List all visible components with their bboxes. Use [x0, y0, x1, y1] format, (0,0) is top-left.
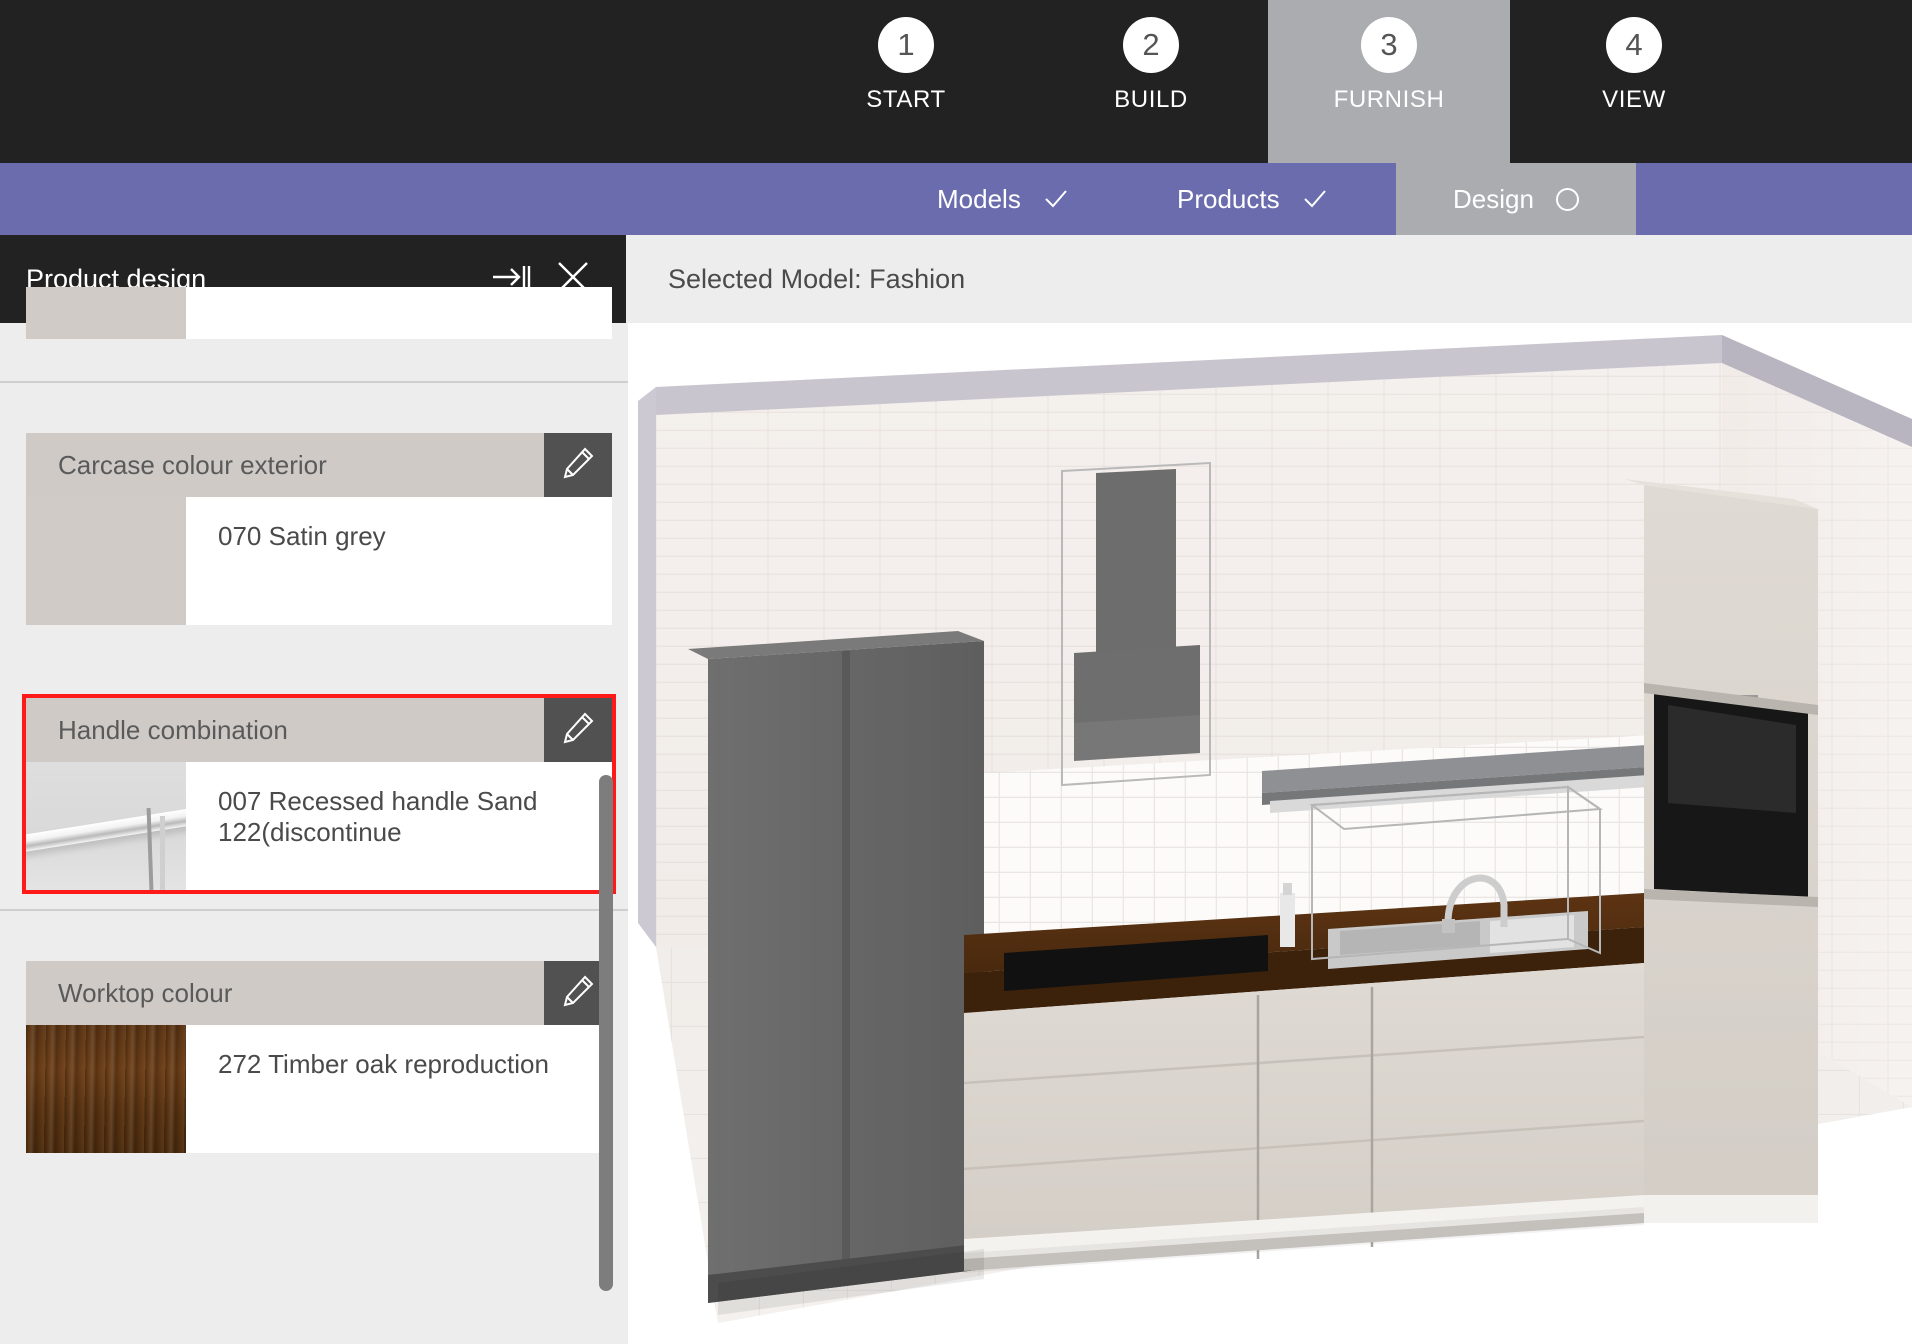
- card-content: 070 Satin grey: [26, 497, 612, 625]
- tab-products-label: Products: [1177, 184, 1280, 215]
- workflow-step-bar: 1 START 2 BUILD 3 FURNISH 4 VIEW: [0, 0, 1912, 163]
- pencil-icon: [560, 445, 596, 486]
- step-label-furnish: FURNISH: [1334, 86, 1445, 114]
- swatch-satin-grey: [26, 497, 186, 625]
- panel-scroll-body[interactable]: Carcase colour exterior 070 Sati: [0, 323, 628, 1344]
- card-content: 272 Timber oak reproduction: [26, 1025, 612, 1153]
- pencil-icon: [560, 710, 596, 751]
- option-card-handle-combination[interactable]: Handle combination: [26, 698, 612, 890]
- product-design-panel: Product design: [0, 235, 628, 1344]
- selected-model-label: Selected Model: Fashion: [668, 264, 965, 295]
- step-label-view: VIEW: [1602, 86, 1666, 114]
- circle-icon: [1556, 188, 1579, 211]
- card-content: 007 Recessed handle Sand 122(discontinue: [26, 762, 612, 890]
- card-header: Worktop colour: [26, 961, 612, 1025]
- step-number-4: 4: [1606, 17, 1662, 73]
- option-card-carcase-colour[interactable]: Carcase colour exterior 070 Sati: [26, 433, 612, 625]
- divider: [0, 381, 628, 383]
- kitchen-3d-viewport[interactable]: [628, 323, 1912, 1344]
- card-value: 007 Recessed handle Sand 122(discontinue: [186, 762, 612, 890]
- check-icon: [1043, 186, 1069, 212]
- partial-card-body: [186, 287, 612, 339]
- card-value: 272 Timber oak reproduction: [186, 1025, 612, 1153]
- kitchen-3d-render: [628, 323, 1912, 1344]
- swatch-timber-oak: [26, 1025, 186, 1153]
- tab-design-label: Design: [1453, 184, 1534, 215]
- card-label: Handle combination: [58, 715, 544, 746]
- card-header: Handle combination: [26, 698, 612, 762]
- card-value: 070 Satin grey: [186, 497, 612, 625]
- step-start[interactable]: 1 START: [785, 0, 1027, 163]
- divider: [0, 909, 628, 911]
- option-card-worktop-colour[interactable]: Worktop colour 272 Timber oak re: [26, 961, 612, 1153]
- partial-card-above: [26, 287, 612, 339]
- pencil-icon: [560, 973, 596, 1014]
- step-number-3: 3: [1361, 17, 1417, 73]
- step-label-build: BUILD: [1114, 86, 1188, 114]
- app-root: 1 START 2 BUILD 3 FURNISH 4 VIEW Models …: [0, 0, 1912, 1344]
- tab-products[interactable]: Products: [1155, 163, 1350, 235]
- partial-card-swatch: [26, 287, 186, 339]
- tab-design[interactable]: Design: [1396, 163, 1636, 235]
- scrollbar-thumb[interactable]: [599, 775, 613, 1291]
- step-build[interactable]: 2 BUILD: [1030, 0, 1272, 163]
- main-content: Selected Model: Fashion: [628, 235, 1912, 1344]
- tab-models[interactable]: Models: [915, 163, 1091, 235]
- step-furnish[interactable]: 3 FURNISH: [1268, 0, 1510, 163]
- step-label-start: START: [866, 86, 945, 114]
- selected-model-bar: Selected Model: Fashion: [628, 235, 1912, 323]
- step-number-1: 1: [878, 17, 934, 73]
- step-view[interactable]: 4 VIEW: [1513, 0, 1755, 163]
- check-icon: [1302, 186, 1328, 212]
- card-label: Carcase colour exterior: [58, 450, 544, 481]
- secondary-nav-bar: Models Products Design: [0, 163, 1912, 235]
- card-label: Worktop colour: [58, 978, 544, 1009]
- swatch-recessed-handle: [26, 762, 186, 890]
- card-header: Carcase colour exterior: [26, 433, 612, 497]
- panel-scrollbar[interactable]: [592, 323, 620, 1344]
- step-number-2: 2: [1123, 17, 1179, 73]
- tab-models-label: Models: [937, 184, 1021, 215]
